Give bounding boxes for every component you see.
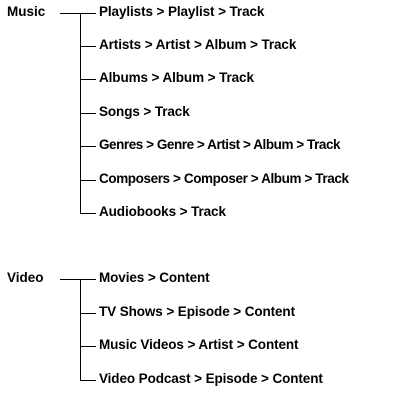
video-branch-tick	[80, 279, 96, 281]
music-item-albums: Albums > Album > Track	[99, 70, 254, 85]
music-item-artists: Artists > Artist > Album > Track	[99, 37, 297, 52]
music-item-audiobooks: Audiobooks > Track	[99, 204, 226, 219]
video-item-movies: Movies > Content	[99, 270, 210, 285]
music-root-label: Music	[7, 4, 46, 19]
video-trunk-line	[80, 279, 82, 380]
video-branch-tick	[80, 346, 96, 348]
video-item-music-videos: Music Videos > Artist > Content	[99, 337, 299, 352]
video-root-label: Video	[7, 270, 44, 285]
music-item-playlists: Playlists > Playlist > Track	[99, 4, 265, 19]
music-root-connector	[60, 13, 81, 15]
video-root-connector	[60, 279, 81, 281]
music-branch-tick	[80, 146, 96, 148]
music-branch-tick	[80, 13, 96, 15]
video-item-tv-shows: TV Shows > Episode > Content	[99, 304, 295, 319]
music-item-genres: Genres > Genre > Artist > Album > Track	[99, 137, 341, 152]
music-branch-tick	[80, 213, 96, 215]
music-item-songs: Songs > Track	[99, 104, 190, 119]
music-branch-tick	[80, 46, 96, 48]
video-item-video-podcast: Video Podcast > Episode > Content	[99, 371, 323, 386]
music-item-composers: Composers > Composer > Album > Track	[99, 171, 349, 186]
music-branch-tick	[80, 113, 96, 115]
music-branch-tick	[80, 79, 96, 81]
video-branch-tick	[80, 380, 96, 382]
music-branch-tick	[80, 180, 96, 182]
video-branch-tick	[80, 313, 96, 315]
